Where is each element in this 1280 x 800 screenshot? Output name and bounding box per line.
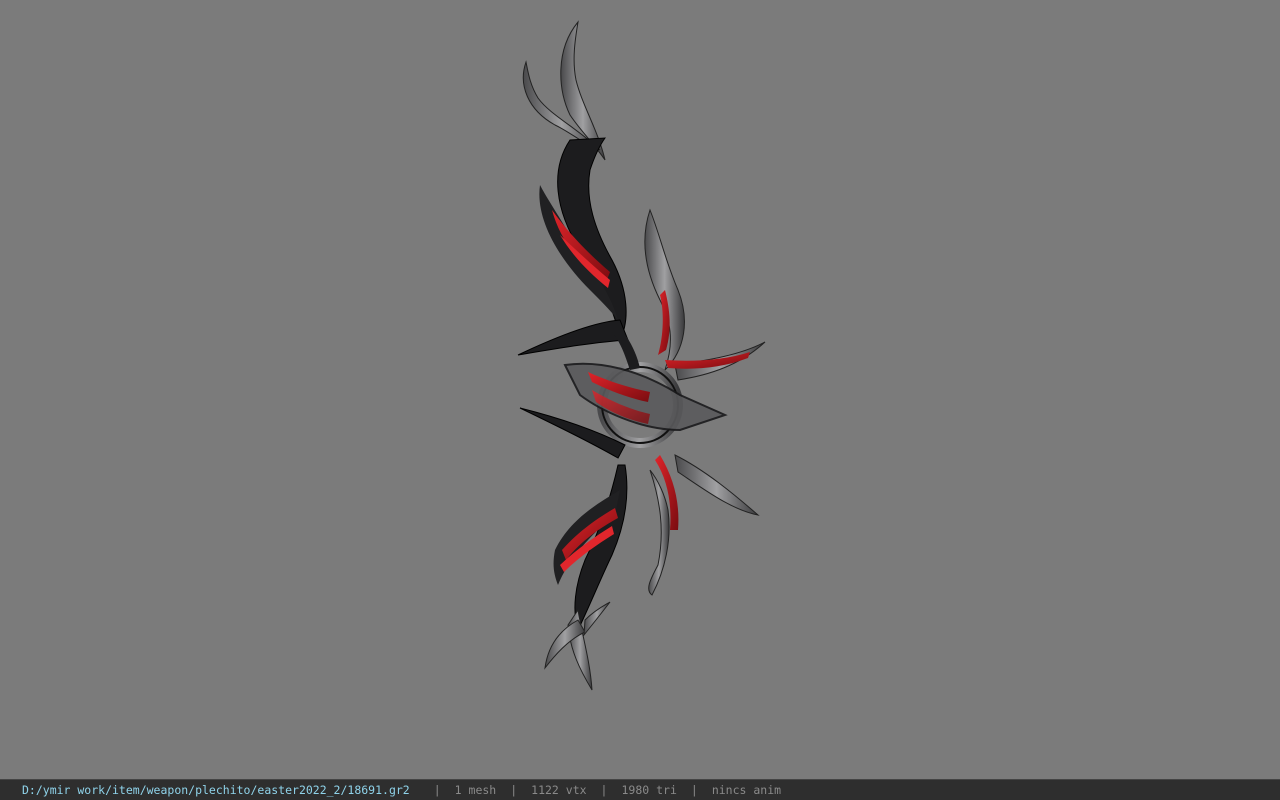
triangle-count-label: 1980 tri [621,783,677,797]
animation-status-label: nincs anim [711,783,782,797]
vertex-count-label: 1122 vtx [531,783,587,797]
bow-upper-limb [517,20,766,381]
file-path-label: D:/ymir work/item/weapon/plechito/easter… [22,783,410,797]
statusbar-separator: | [510,783,518,797]
bow-lower-limb [519,407,760,691]
statusbar-separator: | [690,783,698,797]
mesh-count-label: 1 mesh [454,783,497,797]
statusbar-separator: | [600,783,608,797]
3d-viewport[interactable] [0,0,1280,779]
bow-grip [563,328,728,448]
statusbar-separator: | [433,783,441,797]
bow-model-icon[interactable] [500,10,780,700]
statusbar: D:/ymir work/item/weapon/plechito/easter… [0,779,1280,800]
